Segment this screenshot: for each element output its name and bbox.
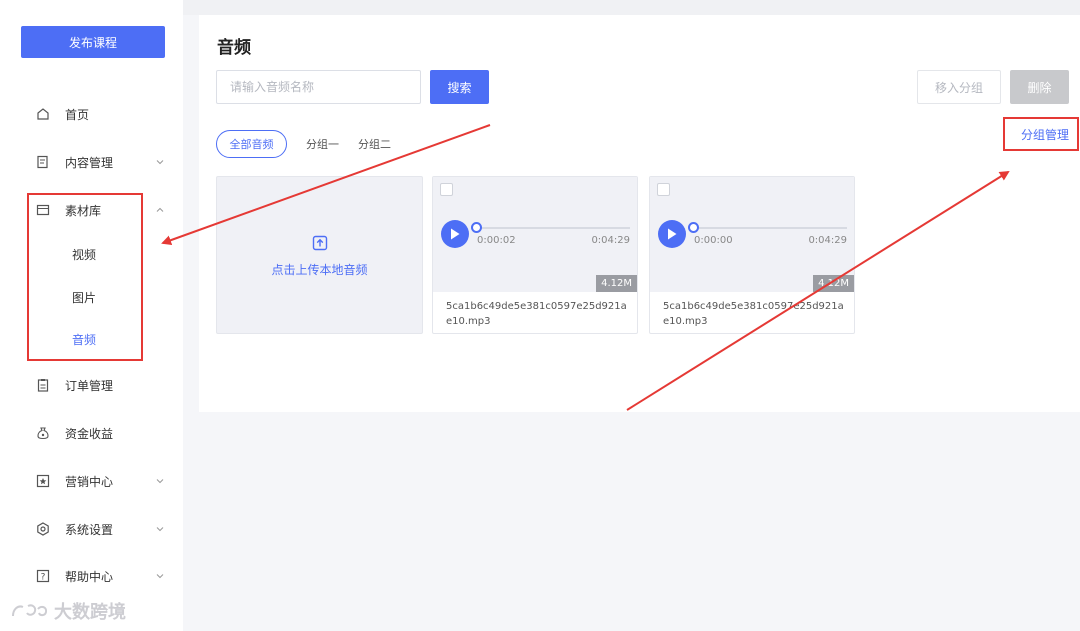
move-to-group-button[interactable]: 移入分组 — [917, 70, 1001, 104]
sidebar: 发布课程 首页 内容管理 素材库 视频 图片 音频 订单管理 资金收益 营销中心… — [0, 0, 183, 631]
tab-group-two[interactable]: 分组二 — [358, 130, 391, 158]
audio-card: 0:00:00 0:04:29 4.12M 5ca1b6c49de5e381c0… — [649, 176, 855, 334]
nav-label: 营销中心 — [65, 474, 114, 489]
watermark-logo-icon — [12, 604, 48, 617]
nav-label: 帮助中心 — [65, 569, 114, 584]
play-button[interactable] — [658, 220, 686, 248]
watermark: 大数跨境 — [10, 598, 126, 624]
delete-button[interactable]: 删除 — [1010, 70, 1069, 104]
sub-item-label: 音频 — [72, 332, 97, 347]
sub-item-video[interactable]: 视频 — [0, 239, 183, 269]
group-manage-link[interactable]: 分组管理 — [1021, 126, 1069, 143]
file-size-badge: 4.12M — [813, 275, 854, 292]
file-size-badge: 4.12M — [596, 275, 637, 292]
audio-player: 0:00:02 0:04:29 4.12M — [433, 177, 637, 292]
nav-label: 系统设置 — [65, 522, 114, 537]
total-time: 0:04:29 — [808, 235, 847, 246]
gear-icon — [36, 522, 50, 536]
nav-item-home[interactable]: 首页 — [0, 99, 183, 129]
nav-item-content[interactable]: 内容管理 — [0, 147, 183, 177]
chevron-down-icon — [155, 476, 165, 486]
chevron-down-icon — [155, 157, 165, 167]
nav-label: 内容管理 — [65, 155, 114, 170]
page-title: 音频 — [217, 38, 251, 58]
search-button[interactable]: 搜索 — [430, 70, 489, 104]
progress-handle[interactable] — [471, 222, 482, 233]
star-badge-icon — [36, 474, 50, 488]
sub-item-label: 视频 — [72, 247, 97, 262]
folder-icon — [36, 203, 50, 217]
select-checkbox[interactable] — [657, 183, 670, 196]
upload-icon — [312, 235, 328, 251]
progress-track[interactable] — [474, 227, 630, 229]
nav-label: 素材库 — [65, 203, 102, 218]
play-icon — [668, 228, 677, 240]
file-name: 5ca1b6c49de5e381c0597e25d921ae10.mp3 — [663, 301, 844, 327]
audio-card: 0:00:02 0:04:29 4.12M 5ca1b6c49de5e381c0… — [432, 176, 638, 334]
svg-text:?: ? — [41, 573, 46, 583]
sub-item-image[interactable]: 图片 — [0, 282, 183, 312]
nav-label: 首页 — [65, 107, 90, 122]
chevron-down-icon — [155, 524, 165, 534]
question-icon: ? — [36, 569, 50, 583]
nav-item-orders[interactable]: 订单管理 — [0, 370, 183, 400]
play-button[interactable] — [441, 220, 469, 248]
nav-label: 订单管理 — [65, 378, 114, 393]
nav-item-help[interactable]: ? 帮助中心 — [0, 561, 183, 591]
audio-player: 0:00:00 0:04:29 4.12M — [650, 177, 854, 292]
tab-all-audio[interactable]: 全部音频 — [216, 130, 287, 158]
upload-label: 点击上传本地音频 — [271, 263, 368, 277]
sub-item-audio[interactable]: 音频 — [0, 324, 183, 354]
publish-course-button[interactable]: 发布课程 — [21, 26, 165, 58]
progress-track[interactable] — [691, 227, 847, 229]
nav-label: 资金收益 — [65, 426, 114, 441]
total-time: 0:04:29 — [591, 235, 630, 246]
nav-item-funds[interactable]: 资金收益 — [0, 418, 183, 448]
home-icon — [36, 107, 50, 121]
search-input[interactable] — [216, 70, 421, 104]
watermark-text: 大数跨境 — [54, 602, 126, 623]
chevron-down-icon — [155, 571, 165, 581]
top-strip — [183, 0, 1080, 15]
sub-item-label: 图片 — [72, 290, 97, 305]
file-name: 5ca1b6c49de5e381c0597e25d921ae10.mp3 — [446, 301, 627, 327]
select-checkbox[interactable] — [440, 183, 453, 196]
current-time: 0:00:00 — [694, 235, 733, 246]
tab-group-one[interactable]: 分组一 — [306, 130, 339, 158]
money-bag-icon — [36, 426, 50, 440]
nav-item-library[interactable]: 素材库 — [0, 195, 183, 225]
upload-card[interactable]: 点击上传本地音频 — [216, 176, 423, 334]
nav-item-settings[interactable]: 系统设置 — [0, 514, 183, 544]
progress-handle[interactable] — [688, 222, 699, 233]
content-icon — [36, 155, 50, 169]
current-time: 0:00:02 — [477, 235, 516, 246]
nav-item-marketing[interactable]: 营销中心 — [0, 466, 183, 496]
clipboard-icon — [36, 378, 50, 392]
play-icon — [451, 228, 460, 240]
chevron-up-icon — [155, 205, 165, 215]
